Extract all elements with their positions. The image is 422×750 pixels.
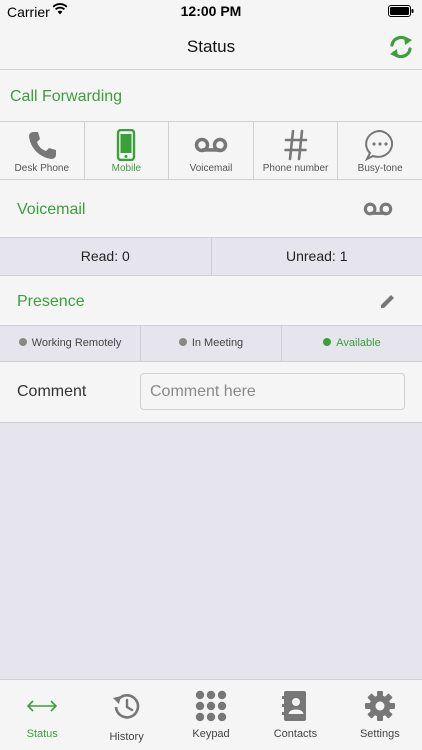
tab-contacts[interactable]: Contacts (253, 680, 337, 750)
contacts-book-icon (282, 691, 307, 721)
tab-label: Keypad (192, 728, 230, 740)
presence-option-label: Available (336, 337, 381, 349)
presence-in-meeting[interactable]: In Meeting (141, 326, 282, 361)
navigation-bar: Status (0, 24, 422, 70)
forward-voicemail[interactable]: Voicemail (169, 122, 254, 179)
tab-keypad[interactable]: Keypad (169, 680, 253, 750)
status-dot (323, 338, 332, 346)
tab-label: Contacts (273, 728, 318, 740)
gear-icon (364, 691, 395, 721)
call-forwarding-header: Call Forwarding (0, 70, 422, 122)
arrows-horizontal-icon (27, 700, 58, 712)
forward-option-label: Busy-tone (357, 163, 403, 174)
forward-mobile[interactable]: Mobile (85, 122, 170, 179)
forward-desk-phone[interactable]: Desk Phone (0, 122, 85, 179)
presence-option-label: In Meeting (191, 337, 244, 349)
presence-available[interactable]: Available (282, 326, 422, 361)
comment-row: Comment (0, 362, 422, 423)
page-title: Status (186, 37, 236, 56)
presence-working-remotely[interactable]: Working Remotely (0, 326, 141, 361)
presence-option-label: Working Remotely (31, 337, 122, 349)
keypad-icon (195, 690, 227, 722)
speech-bubble-icon (365, 129, 394, 161)
comment-label: Comment (17, 383, 87, 400)
tab-label: Settings (359, 728, 400, 740)
call-forwarding-options: Desk Phone Mobile Voicemail Phone number… (0, 122, 422, 180)
battery-icon (388, 5, 414, 17)
unread-count[interactable]: Unread: 1 (212, 238, 422, 275)
tab-status[interactable]: Status (0, 680, 84, 750)
presence-options: Working Remotely In Meeting Available (0, 326, 422, 362)
hash-icon (283, 129, 307, 161)
forward-option-label: Mobile (111, 163, 142, 174)
tab-label: Status (26, 728, 58, 740)
voicemail-icon (363, 202, 393, 216)
clock: 12:00 PM (180, 3, 242, 19)
voicemail-icon (194, 137, 228, 153)
status-dot (18, 338, 27, 346)
tab-history[interactable]: History (84, 680, 168, 750)
voicemail-counts: Read: 0 Unread: 1 (0, 238, 422, 276)
voicemail-header[interactable]: Voicemail (0, 180, 422, 238)
call-forwarding-title: Call Forwarding (10, 88, 123, 105)
forward-busy-tone[interactable]: Busy-tone (338, 122, 422, 179)
presence-header: Presence (0, 276, 422, 326)
status-bar: Carrier 12:00 PM (0, 0, 422, 24)
forward-option-label: Phone number (262, 163, 329, 174)
refresh-icon[interactable] (388, 34, 414, 60)
forward-option-label: Voicemail (189, 163, 233, 174)
presence-title: Presence (17, 293, 85, 310)
pencil-icon[interactable] (380, 293, 396, 309)
voicemail-title: Voicemail (17, 201, 86, 218)
read-count[interactable]: Read: 0 (0, 238, 212, 275)
forward-option-label: Desk Phone (14, 163, 70, 174)
tab-bar: Status History Keypad Contacts Settings (0, 679, 422, 750)
forward-phone-number[interactable]: Phone number (254, 122, 339, 179)
tab-label: History (109, 731, 144, 743)
status-dot (178, 338, 187, 346)
mobile-icon (117, 129, 136, 161)
tab-settings[interactable]: Settings (338, 680, 422, 750)
phone-icon (28, 132, 56, 159)
comment-input[interactable] (140, 373, 405, 410)
history-icon (112, 694, 139, 719)
